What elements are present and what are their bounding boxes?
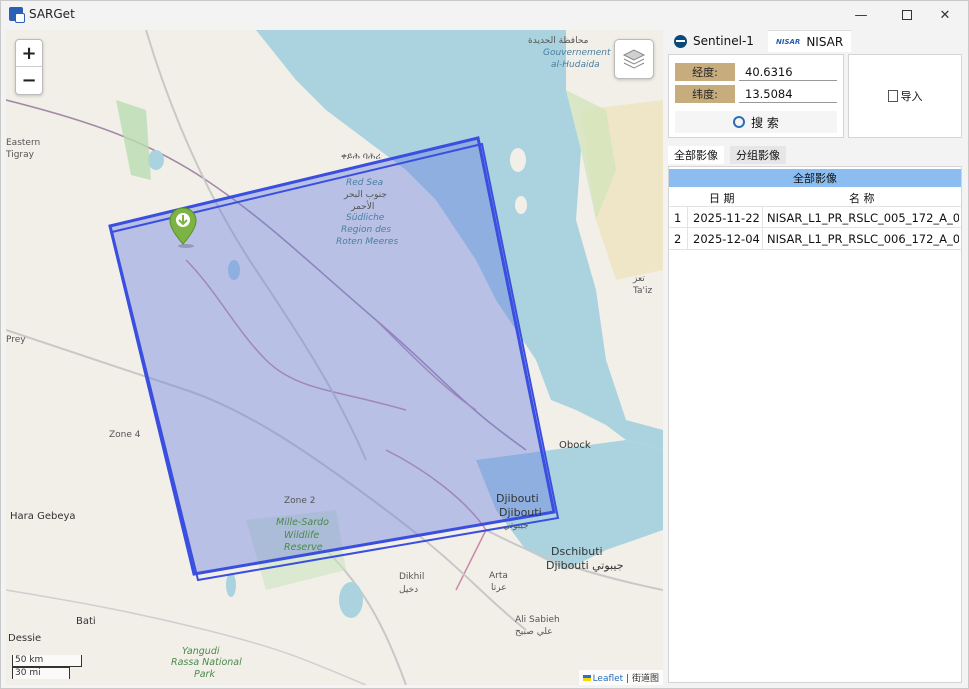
- app-icon: [9, 7, 25, 23]
- window-title: SARGet: [29, 7, 75, 21]
- label-red-sea-de-3: Roten Meeres: [336, 237, 399, 247]
- search-button-label: 搜 索: [751, 115, 779, 130]
- app-window: SARGet — ✕ محافظة الحديدة Gouvernement a…: [0, 0, 969, 689]
- label-hudaida-2: al-Hudaida: [551, 60, 600, 70]
- table-row[interactable]: 2 2025-12-04 NISAR_L1_PR_RSLC_006_172_A_…: [669, 228, 961, 250]
- column-header-name[interactable]: 名 称: [849, 190, 875, 206]
- map-view[interactable]: محافظة الحديدة Gouvernement al-Hudaida ቀ…: [6, 30, 663, 685]
- tab-grouped-images[interactable]: 分组影像: [730, 146, 786, 164]
- row-name: NISAR_L1_PR_RSLC_006_172_A_008_...: [767, 232, 959, 246]
- longitude-field[interactable]: 40.6316: [739, 63, 837, 81]
- import-box: 导入: [848, 54, 962, 138]
- scale-mi: 30 mi: [12, 667, 70, 679]
- tab-sentinel-1[interactable]: Sentinel-1: [674, 30, 754, 52]
- label-tigray: Tigray: [6, 150, 34, 160]
- column-divider: [762, 206, 763, 250]
- label-red-sea-tigrinya: ቀይሕ ባሕሪ: [341, 152, 381, 162]
- zoom-in-button[interactable]: +: [16, 40, 42, 67]
- row-date: 2025-11-22: [693, 211, 760, 225]
- label-arta: Arta: [489, 571, 508, 581]
- table-header: 日 期 名 称: [669, 188, 961, 206]
- label-djibouti-1: Djibouti: [496, 492, 539, 505]
- latitude-field[interactable]: 13.5084: [739, 85, 837, 103]
- label-ali-sabieh-ar: علي صبيح: [515, 627, 553, 637]
- label-mille-sardo: Mille-Sardo: [276, 517, 329, 528]
- label-hudaida: Gouvernement: [543, 48, 611, 58]
- zoom-out-button[interactable]: −: [16, 67, 42, 94]
- label-djibouti-2: Djibouti جيبوتي: [546, 559, 624, 572]
- location-marker-icon[interactable]: [168, 206, 198, 248]
- tab-all-images[interactable]: 全部影像: [668, 146, 724, 164]
- label-zone-2: Zone 2: [284, 496, 316, 506]
- label-red-sea-ar-2: الأحمر: [351, 202, 375, 212]
- table-row[interactable]: 1 2025-11-22 NISAR_L1_PR_RSLC_005_172_A_…: [669, 206, 961, 228]
- minimize-button[interactable]: —: [838, 1, 884, 29]
- label-hara-gebeya: Hara Gebeya: [10, 511, 76, 522]
- label-dessie: Dessie: [8, 633, 42, 644]
- table-title: 全部影像: [669, 169, 961, 187]
- list-tabs: 全部影像 分组影像: [668, 146, 962, 164]
- row-date: 2025-12-04: [693, 232, 760, 246]
- latitude-label: 纬度:: [675, 85, 735, 103]
- image-table: 全部影像 日 期 名 称 1 2025-11-22 NISAR_L1_PR_RS…: [668, 166, 962, 683]
- label-red-sea: Red Sea: [346, 178, 384, 188]
- label-red-sea-de-1: Südliche: [346, 213, 385, 223]
- search-button[interactable]: 搜 索: [675, 111, 837, 133]
- scale-km: 50 km: [12, 655, 82, 667]
- tab-sentinel-1-label: Sentinel-1: [693, 34, 754, 48]
- label-dikhil: Dikhil: [399, 572, 425, 582]
- label-djibouti-1-ar: جيبوتي: [503, 521, 529, 531]
- sentinel-logo-icon: [674, 34, 687, 48]
- column-divider: [687, 206, 688, 250]
- layers-icon: [622, 49, 646, 69]
- label-dschibuti: Dschibuti: [551, 545, 603, 558]
- label-dikhil-ar: دخيل: [399, 585, 419, 595]
- source-tabs: Sentinel-1 NISAR NISAR: [666, 30, 966, 52]
- attribution-separator: |: [623, 674, 632, 684]
- right-panel: Sentinel-1 NISAR NISAR 经度: 40.6316 纬度: 1…: [666, 30, 966, 685]
- label-arta-ar: عرتا: [491, 583, 507, 593]
- tab-nisar-label: NISAR: [806, 34, 844, 49]
- import-button-label: 导入: [900, 90, 923, 103]
- search-icon: [733, 116, 746, 128]
- layers-button[interactable]: [614, 39, 654, 79]
- label-zone-4: Zone 4: [109, 430, 141, 440]
- import-button[interactable]: 导入: [855, 61, 955, 131]
- scale-bar: 50 km 30 mi: [12, 655, 82, 679]
- row-index: 2: [674, 232, 682, 246]
- close-button[interactable]: ✕: [922, 1, 968, 29]
- map-attribution: Leaflet | 街道图: [578, 670, 663, 685]
- row-index: 1: [674, 211, 682, 225]
- column-header-date[interactable]: 日 期: [709, 190, 735, 206]
- maximize-icon: [902, 10, 912, 20]
- import-icon: [887, 90, 898, 102]
- title-bar[interactable]: SARGet — ✕: [1, 1, 968, 29]
- label-yangudi: Yangudi: [182, 646, 220, 657]
- label-wildlife: Wildlife: [284, 530, 320, 541]
- nisar-logo-icon: NISAR: [776, 37, 801, 46]
- label-red-sea-de-2: Region des: [341, 225, 392, 235]
- label-ali-sabieh: Ali Sabieh: [515, 615, 560, 625]
- ukraine-flag-icon: [582, 675, 591, 681]
- query-box: 经度: 40.6316 纬度: 13.5084 搜 索: [668, 54, 844, 138]
- label-reserve: Reserve: [284, 542, 323, 553]
- label-taiz: Ta'iz: [633, 286, 653, 296]
- leaflet-link[interactable]: Leaflet: [593, 674, 624, 684]
- longitude-label: 经度:: [675, 63, 735, 81]
- label-taiz-ar: تعز: [633, 274, 645, 284]
- attribution-tiles: 街道图: [631, 674, 659, 684]
- label-bati: Bati: [76, 616, 96, 627]
- label-red-sea-ar: جنوب البحر: [344, 190, 387, 200]
- zoom-control: + −: [15, 39, 43, 95]
- label-prey: Prey: [6, 335, 26, 345]
- map-tiles: [6, 30, 663, 685]
- label-hudaida-ar: محافظة الحديدة: [528, 36, 589, 46]
- tab-nisar[interactable]: NISAR NISAR: [768, 30, 852, 52]
- row-name: NISAR_L1_PR_RSLC_005_172_A_008_...: [767, 211, 959, 225]
- label-eastern: Eastern: [6, 138, 41, 148]
- label-djibouti-1-de: Djibouti: [499, 506, 542, 519]
- label-park: Park: [194, 669, 215, 680]
- label-rassa: Rassa National: [171, 657, 242, 668]
- label-obock: Obock: [559, 440, 591, 451]
